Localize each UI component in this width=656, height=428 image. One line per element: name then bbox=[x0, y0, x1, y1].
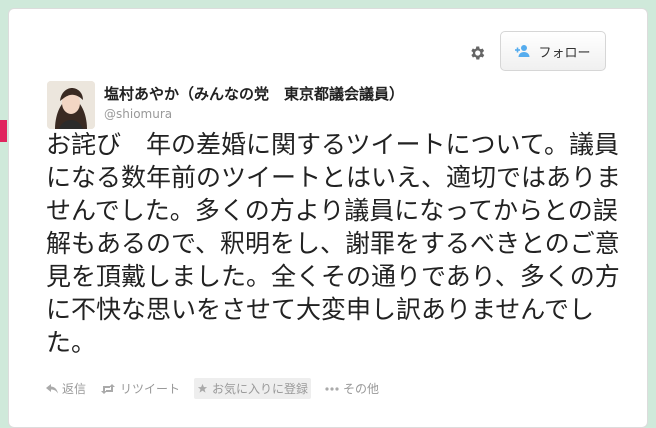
follow-label: フォロー bbox=[538, 45, 591, 61]
profile-handle[interactable]: @shiomura bbox=[104, 107, 172, 121]
tweet-text: お詫び 年の差婚に関するツイートについて。議員になる数年前のツイートとはいえ、適… bbox=[46, 130, 622, 357]
profile-name[interactable]: 塩村あやか（みんなの党 東京都議会議員） bbox=[104, 83, 404, 104]
side-tab bbox=[0, 120, 7, 142]
reply-button[interactable]: 返信 bbox=[46, 380, 86, 397]
avatar[interactable] bbox=[47, 81, 95, 129]
reply-icon bbox=[46, 383, 58, 393]
add-user-icon bbox=[515, 45, 530, 57]
retweet-button[interactable]: リツイート bbox=[100, 380, 180, 397]
favorite-label: お気に入りに登録 bbox=[212, 382, 309, 396]
retweet-icon bbox=[101, 383, 116, 394]
gear-icon bbox=[471, 46, 485, 60]
more-label: その他 bbox=[343, 382, 380, 396]
favorite-button[interactable]: お気に入りに登録 bbox=[194, 378, 312, 399]
tweet-actions: 返信 リツイート お気に入りに登録 その他 bbox=[46, 378, 379, 399]
more-button[interactable]: その他 bbox=[325, 380, 379, 397]
more-dots-icon bbox=[325, 386, 339, 391]
avatar-image bbox=[47, 81, 95, 129]
reply-label: 返信 bbox=[62, 382, 87, 396]
retweet-label: リツイート bbox=[120, 382, 181, 396]
follow-button[interactable]: フォロー bbox=[500, 31, 606, 71]
settings-button[interactable] bbox=[462, 38, 492, 68]
star-icon bbox=[197, 383, 208, 393]
